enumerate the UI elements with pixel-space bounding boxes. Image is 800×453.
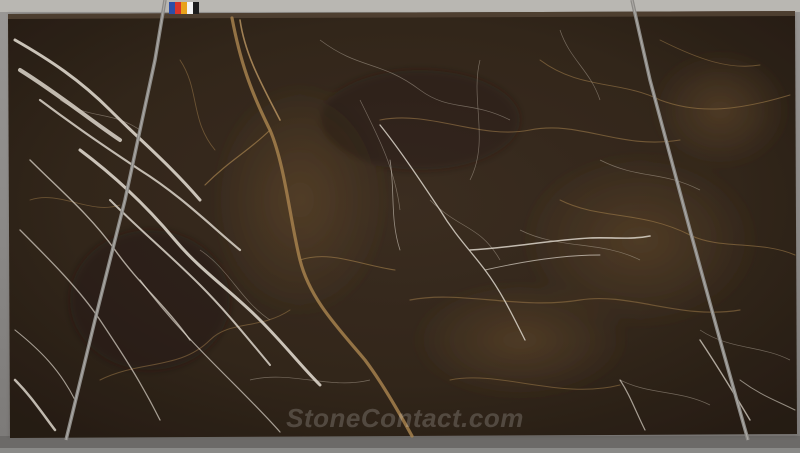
slab-photo	[0, 0, 800, 448]
ceiling-strip	[0, 0, 800, 12]
photo-scene: StoneContact.com	[0, 0, 800, 448]
color-chip-label	[169, 2, 199, 14]
marble-slab	[8, 11, 797, 438]
